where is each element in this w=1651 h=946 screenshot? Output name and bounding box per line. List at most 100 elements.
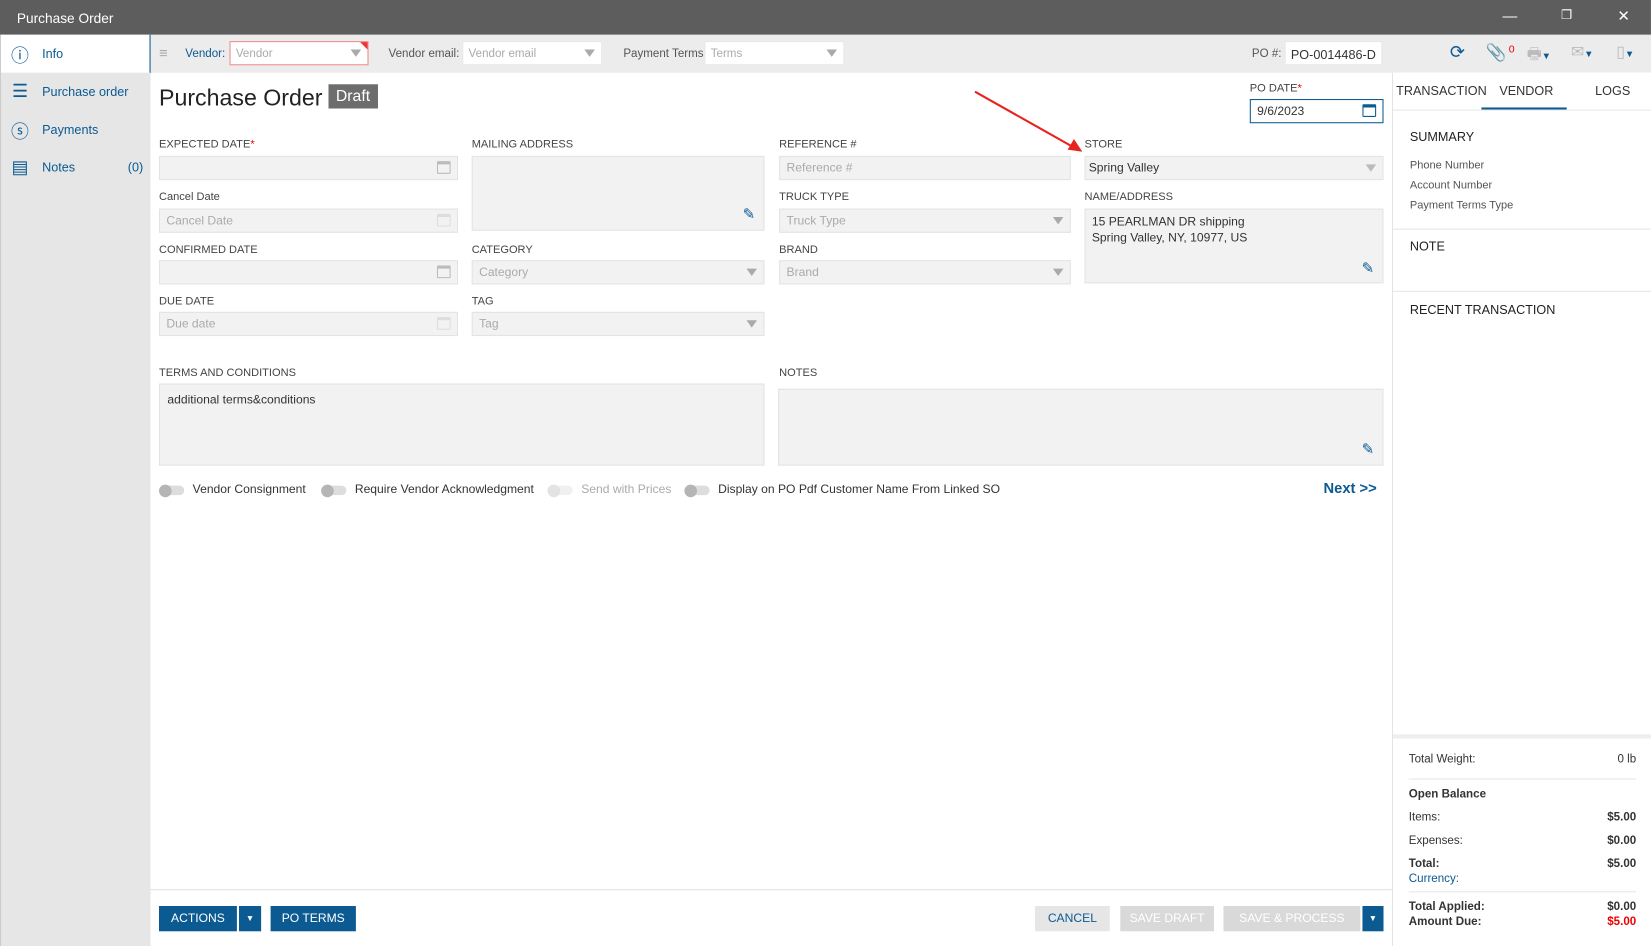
brand-placeholder: Brand — [786, 266, 819, 280]
sidebar-item-payments[interactable]: ⓢ Payments — [1, 111, 152, 149]
po-number-label: PO #: — [1251, 47, 1282, 61]
tag-placeholder: Tag — [479, 318, 499, 331]
paperclip-icon[interactable]: 📎 — [1486, 42, 1507, 63]
cancel-date-placeholder: Cancel Date — [166, 214, 234, 228]
po-terms-button[interactable]: PO TERMS — [270, 906, 356, 932]
attachment-count: 0 — [1508, 44, 1515, 56]
cancel-date-input[interactable]: Cancel Date — [158, 208, 459, 233]
value: $0.00 — [1607, 834, 1637, 848]
confirmed-date-input[interactable] — [158, 260, 459, 285]
edit-pencil-icon[interactable]: ✎ — [1362, 260, 1374, 276]
terms-label: TERMS AND CONDITIONS — [158, 366, 296, 380]
truck-type-label: TRUCK TYPE — [779, 190, 849, 204]
next-link[interactable]: Next >> — [1323, 479, 1376, 496]
sidebar-item-notes[interactable]: ▤ Notes (0) — [1, 149, 152, 187]
minimize-button[interactable]: — — [1499, 7, 1520, 24]
document-icon[interactable]: ▯▼ — [1616, 42, 1634, 61]
label: Total Applied: — [1408, 900, 1485, 914]
vendor-consignment-toggle[interactable] — [158, 484, 185, 497]
reference-input[interactable]: Reference # — [779, 155, 1071, 181]
email-icon[interactable]: ✉▼ — [1571, 42, 1594, 61]
name-address-field[interactable]: 15 PEARLMAN DR shipping Spring Valley, NY… — [1084, 208, 1384, 284]
edit-pencil-icon[interactable]: ✎ — [1362, 440, 1374, 458]
currency-link: Currency: — [1408, 872, 1459, 885]
cancel-date-label: Cancel Date — [158, 190, 220, 204]
display-customer-name-toggle[interactable] — [684, 484, 710, 497]
sidebar-item-label: Notes — [42, 160, 76, 175]
phone-number-label: Phone Number — [1409, 159, 1485, 172]
notes-textarea[interactable]: ✎ — [778, 388, 1384, 466]
tab-logs[interactable]: LOGS — [1595, 83, 1630, 98]
mailing-address-label: MAILING ADDRESS — [471, 138, 574, 151]
close-button[interactable]: ✕ — [1613, 7, 1634, 25]
save-draft-button[interactable]: SAVE DRAFT — [1120, 906, 1214, 932]
po-date-value: 9/6/2023 — [1257, 105, 1305, 118]
truck-type-placeholder: Truck Type — [786, 214, 846, 228]
toolbar: ≡ Vendor: Vendor Vendor email: Vendor em… — [150, 34, 1651, 73]
confirmed-date-label: CONFIRMED DATE — [158, 243, 258, 257]
vendor-select[interactable]: Vendor — [229, 41, 369, 66]
po-date-input[interactable]: 9/6/2023 — [1249, 99, 1384, 124]
payment-terms-select[interactable]: Terms — [704, 41, 845, 66]
reference-label: REFERENCE # — [779, 138, 857, 151]
po-number-field[interactable]: PO-0014486-D — [1284, 41, 1383, 66]
expenses-row: Expenses: $0.00 — [1409, 834, 1636, 847]
toggle-label: Display on PO Pdf Customer Name From Lin… — [718, 483, 1001, 497]
sidebar-item-info[interactable]: ⓘ Info — [1, 34, 152, 73]
send-with-prices-toggle[interactable] — [547, 484, 573, 497]
sidebar-item-label: Info — [42, 46, 64, 62]
calendar-icon[interactable] — [1362, 104, 1377, 117]
terms-textarea[interactable]: additional terms&conditions — [158, 383, 765, 466]
calendar-icon[interactable] — [436, 161, 451, 174]
sidebar-item-label: Purchase order — [42, 84, 129, 100]
edit-list-icon: ≡ — [158, 44, 168, 62]
list-icon: ☰ — [11, 81, 29, 102]
vendor-email-select[interactable]: Vendor email — [462, 41, 603, 66]
recent-transaction-title: RECENT TRANSACTION — [1409, 302, 1556, 318]
store-label: STORE — [1084, 138, 1123, 151]
truck-type-select[interactable]: Truck Type — [779, 208, 1071, 233]
vendor-placeholder: Vendor — [235, 47, 273, 61]
label: Total Weight: — [1408, 753, 1476, 766]
edit-pencil-icon[interactable]: ✎ — [743, 205, 755, 223]
calendar-icon[interactable] — [436, 317, 451, 330]
category-select[interactable]: Category — [471, 260, 765, 285]
require-ack-toggle[interactable] — [321, 484, 347, 497]
store-value: Spring Valley — [1088, 162, 1160, 175]
notes-count: (0) — [127, 160, 144, 175]
mailing-address-field[interactable]: ✎ — [471, 155, 765, 231]
cancel-button[interactable]: CANCEL — [1035, 906, 1110, 932]
refresh-icon[interactable]: ⟳ — [1450, 42, 1465, 63]
actions-dropdown-button[interactable]: ▼ — [239, 906, 262, 932]
vendor-email-placeholder: Vendor email — [468, 47, 537, 61]
toggle-label: Vendor Consignment — [192, 483, 306, 497]
tab-transaction[interactable]: TRANSACTION — [1396, 83, 1487, 98]
brand-select[interactable]: Brand — [779, 260, 1071, 285]
category-placeholder: Category — [479, 266, 529, 280]
save-process-button[interactable]: SAVE & PROCESS — [1223, 906, 1361, 932]
toggle-label: Require Vendor Acknowledgment — [354, 483, 534, 497]
expected-date-input[interactable] — [158, 155, 459, 181]
calendar-icon[interactable] — [436, 265, 451, 279]
calendar-icon[interactable] — [436, 213, 451, 227]
store-select[interactable]: Spring Valley — [1084, 155, 1384, 181]
due-date-input[interactable]: Due date — [158, 311, 459, 337]
address-line: 15 PEARLMAN DR shipping — [1091, 215, 1245, 229]
save-process-dropdown-button[interactable]: ▼ — [1362, 906, 1384, 932]
dollar-icon: ⓢ — [11, 121, 29, 142]
value: $5.00 — [1607, 857, 1637, 871]
sidebar-item-purchase-order[interactable]: ☰ Purchase order — [1, 73, 152, 111]
status-badge: Draft — [328, 84, 378, 109]
tag-label: TAG — [471, 294, 494, 308]
actions-button[interactable]: ACTIONS — [158, 906, 237, 932]
print-icon[interactable]: 🖶▼ — [1527, 43, 1551, 69]
value: $0.00 — [1607, 900, 1637, 914]
summary-title: SUMMARY — [1409, 129, 1475, 145]
total-applied-row: Total Applied: $0.00 — [1409, 901, 1636, 914]
tag-select[interactable]: Tag — [471, 311, 765, 337]
restore-button[interactable]: ❐ — [1556, 7, 1577, 22]
tab-vendor[interactable]: VENDOR — [1499, 83, 1553, 98]
terms-placeholder: Terms — [710, 47, 743, 61]
due-date-label: DUE DATE — [158, 294, 215, 308]
required-marker — [360, 42, 368, 50]
